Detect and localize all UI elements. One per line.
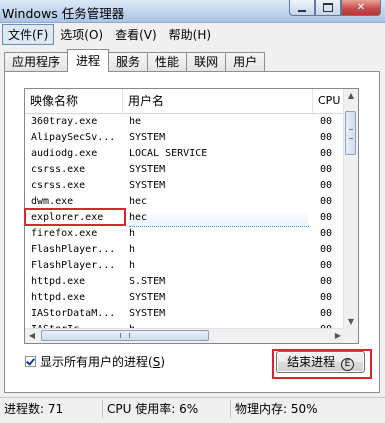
table-row[interactable]: httpd.exe S.STEM 00 <box>25 274 345 290</box>
tab-users[interactable]: 用户 <box>225 52 266 72</box>
process-image-name: firefox.exe <box>31 228 98 239</box>
process-image-name: audiodg.exe <box>31 148 98 159</box>
process-user-name: SYSTEM <box>129 164 166 175</box>
table-row[interactable]: csrss.exe SYSTEM 00 <box>25 178 345 194</box>
tab-networking[interactable]: 联网 <box>186 52 227 72</box>
table-row[interactable]: FlashPlayer... h 00 <box>25 242 345 258</box>
process-image-name: httpd.exe <box>31 292 86 303</box>
process-cpu: 00 <box>320 260 333 271</box>
process-cpu: 00 <box>320 244 333 255</box>
status-process-count: 进程数: 71 <box>0 400 103 418</box>
table-row[interactable]: csrss.exe SYSTEM 00 <box>25 162 345 178</box>
menu-help[interactable]: 帮助(H) <box>163 24 217 45</box>
table-row[interactable]: audiodg.exe LOCAL SERVICE 00 <box>25 146 345 162</box>
scroll-right-icon[interactable]: ▶ <box>331 329 345 343</box>
annotation-highlight-end-process <box>272 349 372 379</box>
process-user-name: LOCAL SERVICE <box>129 148 208 159</box>
process-user-name: SYSTEM <box>129 308 166 319</box>
vertical-scroll-thumb[interactable] <box>345 111 356 155</box>
show-all-users-hotkey: S <box>152 354 161 369</box>
process-cpu: 00 <box>320 276 333 287</box>
menu-bar: 文件(F) 选项(O) 查看(V) 帮助(H) <box>0 23 385 45</box>
column-header-user-name[interactable]: 用户名 <box>123 89 313 113</box>
maximize-button[interactable] <box>315 0 341 16</box>
process-cpu: 00 <box>320 180 333 191</box>
process-user-name: SYSTEM <box>129 292 166 303</box>
tab-services[interactable]: 服务 <box>108 52 149 72</box>
window-controls: ✕ <box>289 0 381 18</box>
process-cpu: 00 <box>320 116 333 127</box>
process-user-name: h <box>129 260 136 271</box>
status-memory: 物理内存: 50% <box>235 402 318 416</box>
menu-view[interactable]: 查看(V) <box>109 24 163 45</box>
scroll-down-icon[interactable]: ▼ <box>344 315 358 329</box>
process-image-name: csrss.exe <box>31 180 86 191</box>
maximize-icon <box>323 3 333 12</box>
process-cpu: 00 <box>320 212 333 223</box>
show-all-users-label: 显示所有用户的进程(S) <box>40 354 166 369</box>
process-image-name: csrss.exe <box>31 164 86 175</box>
table-row[interactable]: FlashPlayer... h 00 <box>25 258 345 274</box>
process-user-name: h <box>129 244 136 255</box>
table-row[interactable]: IAStorDataM... SYSTEM 00 <box>25 306 345 322</box>
show-all-users-checkbox[interactable] <box>25 355 36 367</box>
menu-file[interactable]: 文件(F) <box>2 23 55 45</box>
table-row[interactable]: httpd.exe SYSTEM 00 <box>25 290 345 306</box>
process-cpu: 00 <box>320 196 333 207</box>
window-title: Windows 任务管理器 <box>2 6 125 21</box>
process-user-name: hec <box>129 210 309 227</box>
column-header-cpu[interactable]: CPU <box>313 89 345 113</box>
process-cpu: 00 <box>320 164 333 175</box>
minimize-button[interactable] <box>289 0 315 16</box>
show-all-users-option[interactable]: 显示所有用户的进程(S) <box>25 353 165 369</box>
process-rows: 360tray.exe he 00 AlipaySecSv... SYSTEM 00 aud… <box>25 114 345 338</box>
minimize-icon <box>298 9 306 12</box>
table-row[interactable]: firefox.exe h 00 <box>25 226 345 242</box>
annotation-highlight-explorer <box>24 208 126 226</box>
process-image-name: FlashPlayer... <box>31 244 116 255</box>
status-bar: 进程数: 71 CPU 使用率: 6% 物理内存: 50% <box>0 397 385 420</box>
menu-options[interactable]: 选项(O) <box>54 24 109 45</box>
process-image-name: FlashPlayer... <box>31 260 116 271</box>
scrollbar-corner <box>344 329 358 343</box>
process-user-name: S.STEM <box>129 276 166 287</box>
process-user-name: hec <box>129 196 148 207</box>
process-user-name: SYSTEM <box>129 180 166 191</box>
table-row[interactable]: AlipaySecSv... SYSTEM 00 <box>25 130 345 146</box>
horizontal-scroll-thumb[interactable] <box>41 330 209 341</box>
grip-icon <box>120 333 130 338</box>
close-button[interactable]: ✕ <box>341 0 381 16</box>
tab-performance[interactable]: 性能 <box>147 52 188 72</box>
scroll-up-icon[interactable]: ▲ <box>344 89 358 103</box>
process-user-name: he <box>129 116 142 127</box>
title-bar[interactable]: Windows 任务管理器 ✕ <box>0 0 385 23</box>
show-all-users-text: 显示所有用户的进程 <box>40 354 149 369</box>
process-image-name: AlipaySecSv... <box>31 132 116 143</box>
tab-processes[interactable]: 进程 <box>67 49 110 72</box>
process-cpu: 00 <box>320 308 333 319</box>
process-cpu: 00 <box>320 132 333 143</box>
table-row[interactable]: 360tray.exe he 00 <box>25 114 345 130</box>
status-cpu-usage: CPU 使用率: 6% <box>103 400 231 418</box>
vertical-scrollbar[interactable]: ▲ ▼ <box>343 89 358 329</box>
process-cpu: 00 <box>320 228 333 239</box>
column-header-image-name[interactable]: 映像名称 <box>25 89 123 113</box>
process-image-name: httpd.exe <box>31 276 86 287</box>
process-user-name: SYSTEM <box>129 132 166 143</box>
tab-applications[interactable]: 应用程序 <box>4 52 69 72</box>
process-cpu: 00 <box>320 292 333 303</box>
process-user-name: h <box>129 228 136 239</box>
tab-strip: 应用程序 进程 服务 性能 联网 用户 <box>4 49 266 72</box>
process-cpu: 00 <box>320 148 333 159</box>
list-header: 映像名称 用户名 CPU <box>25 89 358 114</box>
horizontal-scrollbar[interactable]: ◀ ▶ <box>25 328 345 343</box>
scroll-left-icon[interactable]: ◀ <box>25 329 39 343</box>
process-image-name: 360tray.exe <box>31 116 98 127</box>
close-icon: ✕ <box>356 2 366 13</box>
grip-icon <box>349 129 353 139</box>
process-image-name: IAStorDataM... <box>31 308 116 319</box>
